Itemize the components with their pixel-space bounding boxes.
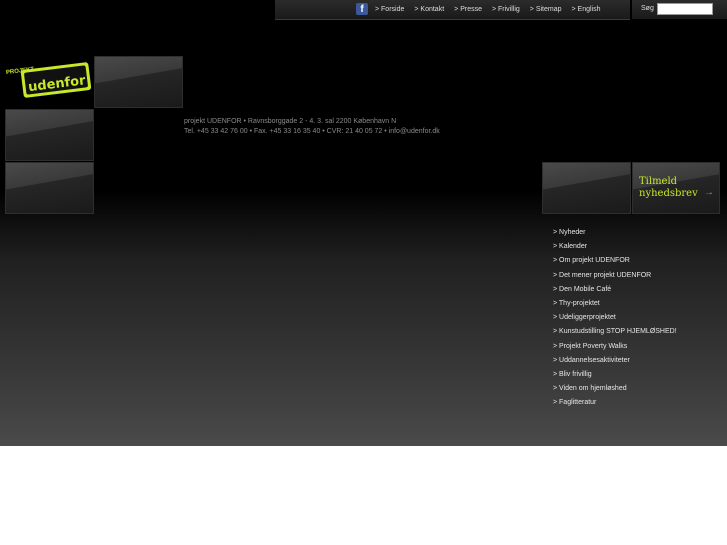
nav-link-frivillig[interactable]: > Frivillig bbox=[492, 6, 520, 13]
menu-item-poverty-walks[interactable]: > Projekt Poverty Walks bbox=[553, 341, 677, 355]
logo-graphic: PROJEKT udenfor bbox=[6, 62, 92, 98]
search-label: Søg bbox=[641, 5, 654, 12]
side-menu: > Nyheder > Kalender > Om projekt UDENFO… bbox=[553, 227, 677, 411]
search-area: Søg bbox=[632, 0, 727, 19]
menu-item-kalender[interactable]: > Kalender bbox=[553, 241, 677, 255]
logo[interactable]: PROJEKT udenfor bbox=[5, 62, 93, 100]
contact-address: projekt UDENFOR • Ravnsborggade 2 - 4. 3… bbox=[184, 117, 440, 137]
menu-item-kunstudstilling[interactable]: > Kunstudstilling STOP HJEMLØSHED! bbox=[553, 326, 677, 340]
menu-item-uddannelse[interactable]: > Uddannelsesaktiviteter bbox=[553, 355, 677, 369]
menu-item-nyheder[interactable]: > Nyheder bbox=[553, 227, 677, 241]
nav-link-english[interactable]: > English bbox=[572, 6, 601, 13]
nav-link-sitemap[interactable]: > Sitemap bbox=[530, 6, 562, 13]
decor-tile bbox=[5, 109, 94, 161]
menu-item-mobile-cafe[interactable]: > Den Mobile Café bbox=[553, 284, 677, 298]
arrow-right-icon: → bbox=[704, 187, 714, 198]
nav-link-kontakt[interactable]: > Kontakt bbox=[414, 6, 444, 13]
newsletter-title: Tilmeld bbox=[639, 176, 678, 187]
nav-link-forside[interactable]: > Forside bbox=[375, 6, 404, 13]
menu-item-udeligger[interactable]: > Udeliggerprojektet bbox=[553, 312, 677, 326]
newsletter-signup-button[interactable]: Tilmeld nyhedsbrev → bbox=[632, 162, 720, 214]
search-input[interactable] bbox=[657, 3, 713, 15]
decor-tile bbox=[542, 162, 631, 214]
menu-item-faglitteratur[interactable]: > Faglitteratur bbox=[553, 397, 677, 411]
page-background: f > Forside > Kontakt > Presse > Frivill… bbox=[0, 0, 727, 446]
decor-tile bbox=[5, 162, 94, 214]
newsletter-subtitle: nyhedsbrev bbox=[639, 188, 698, 199]
menu-item-frivillig[interactable]: > Bliv frivillig bbox=[553, 369, 677, 383]
decor-tile bbox=[94, 56, 183, 108]
top-nav-bar: f > Forside > Kontakt > Presse > Frivill… bbox=[275, 0, 630, 20]
contact-line: Tel. +45 33 42 76 00 • Fax. +45 33 16 35… bbox=[184, 128, 440, 135]
menu-item-viden[interactable]: > Viden om hjemløshed bbox=[553, 383, 677, 397]
menu-item-thy[interactable]: > Thy-projektet bbox=[553, 298, 677, 312]
facebook-icon[interactable]: f bbox=[356, 3, 368, 15]
menu-item-det-mener[interactable]: > Det mener projekt UDENFOR bbox=[553, 270, 677, 284]
nav-link-presse[interactable]: > Presse bbox=[454, 6, 482, 13]
top-nav: > Forside > Kontakt > Presse > Frivillig… bbox=[375, 0, 611, 19]
menu-item-om[interactable]: > Om projekt UDENFOR bbox=[553, 255, 677, 269]
address-line: projekt UDENFOR • Ravnsborggade 2 - 4. 3… bbox=[184, 118, 397, 125]
